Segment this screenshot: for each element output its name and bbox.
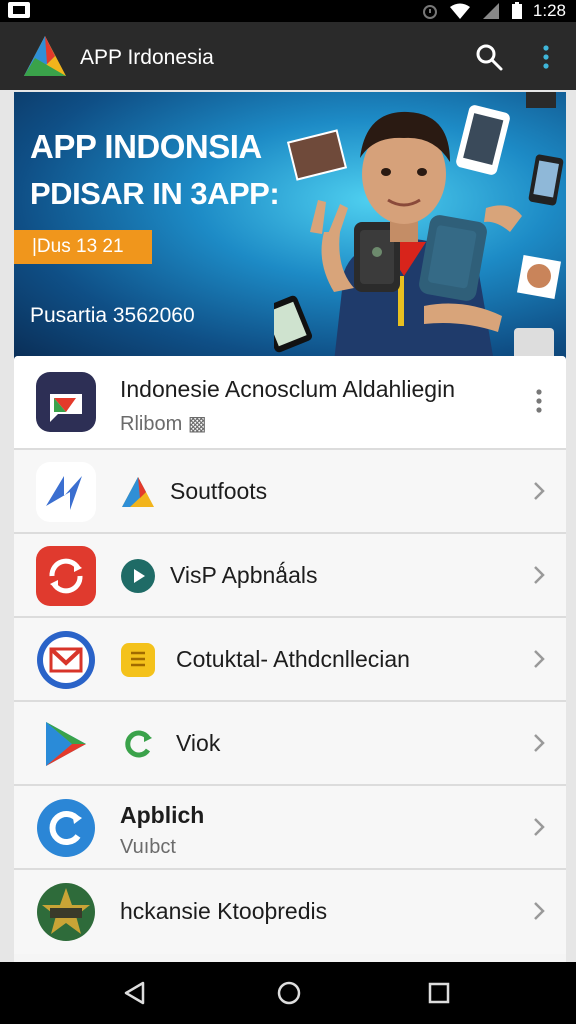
recent-apps-icon[interactable] <box>428 982 450 1004</box>
triangle-logo-icon <box>120 474 156 510</box>
back-icon[interactable] <box>122 980 148 1006</box>
system-nav-bar <box>0 962 576 1024</box>
list-item[interactable]: VisP Apbnǻals <box>14 534 566 618</box>
list-item-title: Indonesie Acnosclum Aldahliegin <box>120 376 456 402</box>
overflow-menu-icon[interactable] <box>536 42 556 72</box>
list-item[interactable]: hckansie Ktooþredis <box>14 870 566 954</box>
app-logo-icon <box>22 34 68 78</box>
star-badge-icon <box>36 882 96 942</box>
play-triangle-icon <box>36 714 96 774</box>
battery-icon <box>511 2 523 20</box>
banner-badge: |Dus 13 21 <box>14 230 152 264</box>
chevron-right-icon <box>532 564 546 586</box>
lightning-icon <box>36 462 96 522</box>
more-options-icon[interactable] <box>534 388 544 414</box>
banner-subtitle: Pusartia 3562060 <box>30 304 195 327</box>
list-item-title: Apblich <box>120 802 205 828</box>
list-item-title: Cotuktal- Athdcnllecian <box>176 646 410 672</box>
list-item-title: Soutfoots <box>170 478 268 504</box>
banner-headline: APP INDONSIA <box>30 128 262 165</box>
sync-icon <box>36 546 96 606</box>
list-item-title: VisP Apbnǻals <box>170 562 318 588</box>
notes-icon <box>120 642 156 678</box>
chevron-right-icon <box>532 900 546 922</box>
hero-illustration <box>274 92 564 362</box>
list-item[interactable]: Indonesie Acnosclum Aldahliegin Rlibom ▩ <box>14 356 566 450</box>
wifi-icon <box>449 2 471 20</box>
chevron-right-icon <box>532 480 546 502</box>
notification-icon <box>8 2 30 18</box>
list-item-title: Viok <box>176 730 221 756</box>
status-bar: 1:28 <box>0 0 576 22</box>
alarm-icon <box>421 2 439 20</box>
chevron-right-icon <box>532 648 546 670</box>
gmail-icon <box>36 630 96 690</box>
clock: 1:28 <box>532 1 566 20</box>
chevron-right-icon <box>532 816 546 838</box>
list-item[interactable]: Apblich Vuıbct <box>14 786 566 870</box>
home-icon[interactable] <box>276 980 302 1006</box>
list-item[interactable]: Cotuktal- Athdcnllecian <box>14 618 566 702</box>
banner-headline-2: PDISAR IN 3APP: <box>30 176 280 211</box>
app-bar: APP Irdonesia <box>0 22 576 90</box>
play-circle-icon <box>120 558 156 594</box>
list-item[interactable]: Viok <box>14 702 566 786</box>
search-icon[interactable] <box>474 42 504 72</box>
refresh-c-icon <box>120 726 156 762</box>
chevron-right-icon <box>532 732 546 754</box>
signal-icon <box>481 2 501 20</box>
list-item-title: hckansie Ktooþredis <box>120 898 328 924</box>
list-item-subtitle: Rlibom ▩ <box>120 413 207 435</box>
list-item-subtitle: Vuıbct <box>120 836 176 858</box>
c-refresh-icon <box>36 798 96 858</box>
chat-app-icon <box>36 372 96 432</box>
list-item[interactable]: Soutfoots <box>14 450 566 534</box>
app-list: Indonesie Acnosclum Aldahliegin Rlibom ▩… <box>14 356 566 962</box>
app-title: APP Irdonesia <box>80 46 214 69</box>
promo-banner[interactable]: APP INDONSIA PDISAR IN 3APP: |Dus 13 21 … <box>14 92 566 362</box>
